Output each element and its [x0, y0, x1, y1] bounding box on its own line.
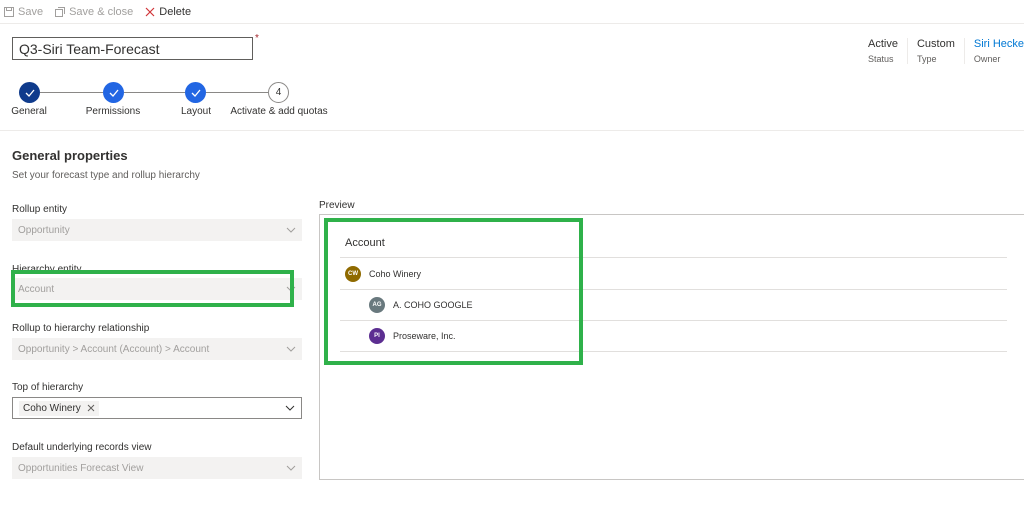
forecast-name-input[interactable]: Q3-Siri Team-Forecast — [12, 37, 253, 60]
save-close-label: Save & close — [69, 5, 134, 18]
status-value: Active — [868, 38, 898, 50]
step-activate[interactable]: 4 — [268, 82, 289, 103]
rollup-entity-value: Opportunity — [18, 224, 70, 236]
rollup-relationship-label: Rollup to hierarchy relationship — [12, 323, 150, 334]
status-label: Status — [868, 54, 894, 64]
step-label-permissions: Permissions — [85, 106, 141, 117]
save-close-button[interactable]: Save & close — [55, 6, 133, 18]
step-general[interactable] — [19, 82, 40, 103]
checkmark-icon — [109, 89, 118, 97]
type-field: Custom Type — [906, 38, 964, 64]
chevron-down-icon[interactable] — [285, 405, 295, 411]
rollup-relationship-select[interactable]: Opportunity > Account (Account) > Accoun… — [12, 338, 302, 360]
highlight-preview — [324, 218, 583, 365]
chevron-down-icon — [286, 227, 296, 233]
save-label: Save — [18, 5, 44, 18]
rollup-entity-select[interactable]: Opportunity — [12, 219, 302, 241]
preview-label: Preview — [319, 200, 355, 211]
rollup-relationship-value: Opportunity > Account (Account) > Accoun… — [18, 343, 210, 355]
type-value: Custom — [916, 38, 955, 50]
owner-field: Siri Hecke Owner — [963, 38, 1024, 64]
highlight-hierarchy-entity — [11, 270, 294, 307]
divider — [0, 130, 1024, 131]
required-marker: * — [255, 33, 259, 44]
checkmark-icon — [25, 89, 34, 97]
chevron-down-icon — [286, 346, 296, 352]
remove-tag-icon[interactable] — [87, 404, 95, 412]
step-connector — [40, 92, 103, 93]
owner-label: Owner — [973, 54, 1001, 64]
step-permissions[interactable] — [103, 82, 124, 103]
delete-button[interactable]: Delete — [145, 6, 191, 18]
type-label: Type — [916, 54, 937, 64]
selected-tag: Coho Winery — [19, 400, 99, 416]
top-of-hierarchy-label: Top of hierarchy — [12, 382, 84, 393]
owner-link[interactable]: Siri Hecke — [974, 38, 1024, 51]
delete-label: Delete — [159, 5, 192, 18]
save-close-icon — [55, 6, 66, 17]
close-icon — [145, 7, 155, 16]
command-bar: Save Save & close Delete — [0, 0, 1024, 24]
section-title: General properties — [12, 148, 128, 163]
step-label-activate: Activate & add quotas — [230, 106, 328, 117]
chevron-down-icon — [286, 465, 296, 471]
top-of-hierarchy-value: Coho Winery — [23, 402, 81, 414]
rollup-entity-label: Rollup entity — [12, 204, 68, 215]
save-icon — [4, 6, 14, 17]
step-connector — [206, 92, 268, 93]
step-label-general: General — [11, 106, 47, 117]
status-field: Active Status — [859, 38, 907, 64]
default-view-label: Default underlying records view — [12, 442, 152, 453]
section-subtitle: Set your forecast type and rollup hierar… — [12, 170, 200, 181]
header-fields: Active Status Custom Type Siri Hecke Own… — [859, 38, 1024, 64]
top-of-hierarchy-select[interactable]: Coho Winery — [12, 397, 302, 419]
wizard-stepper: 4 General Permissions Layout Activate & … — [0, 80, 400, 120]
step-layout[interactable] — [185, 82, 206, 103]
default-view-select[interactable]: Opportunities Forecast View — [12, 457, 302, 479]
checkmark-icon — [191, 89, 200, 97]
default-view-value: Opportunities Forecast View — [18, 462, 144, 474]
step-label-layout: Layout — [180, 106, 212, 117]
save-button[interactable]: Save — [4, 6, 43, 18]
step-connector — [124, 92, 185, 93]
